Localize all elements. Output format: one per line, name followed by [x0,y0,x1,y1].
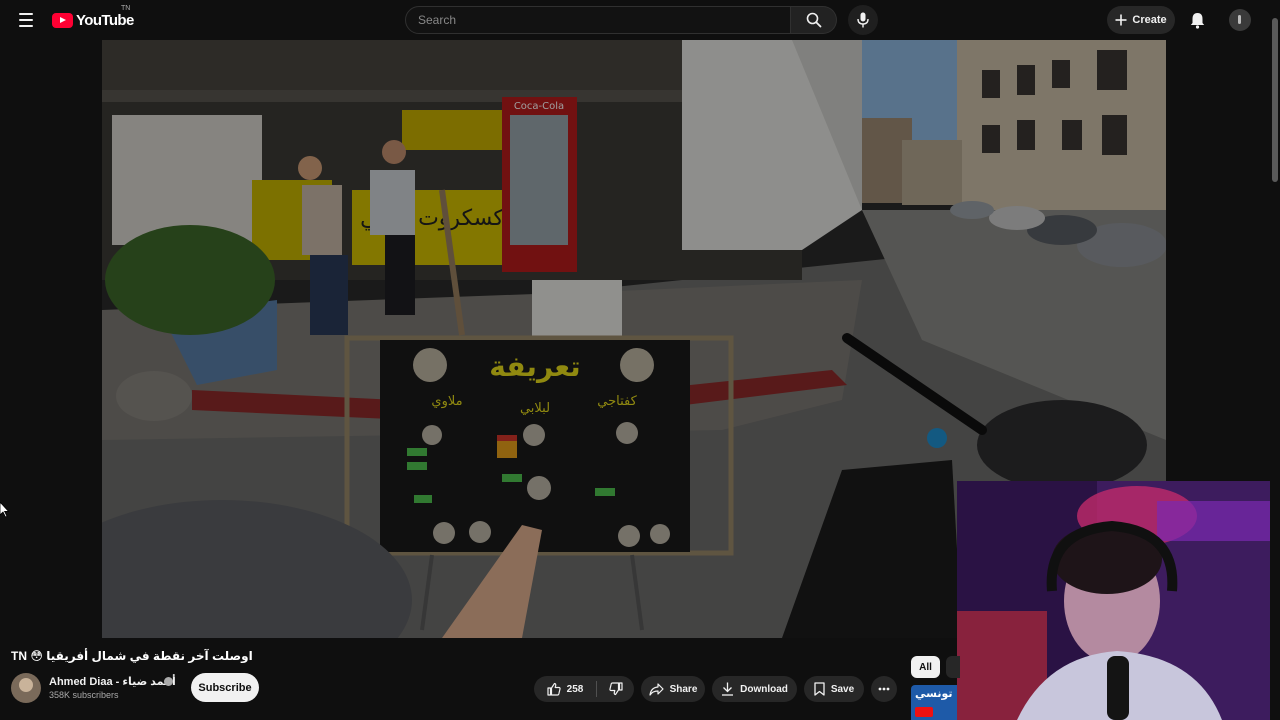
chip-next[interactable] [946,656,960,678]
channel-avatar[interactable] [11,673,41,703]
create-button[interactable]: Create [1107,6,1175,34]
video-title: TN 😳 اوصلت آخر نقطة في شمال أفريقيا [11,649,253,663]
thumbs-down-icon [608,682,623,696]
dislike-button[interactable] [597,676,634,702]
search-box [405,6,791,34]
thumbs-up-icon [547,682,561,696]
search-input[interactable] [406,7,790,33]
page-scrollbar[interactable] [1270,0,1280,720]
mic-icon [857,12,869,28]
webcam-feed [957,481,1280,720]
bell-icon [1190,12,1204,29]
like-count: 258 [566,683,584,695]
masthead: YouTube TN Create [0,0,1280,40]
plus-icon [1115,14,1127,26]
search-button[interactable] [791,6,837,34]
flag-icon [915,707,933,717]
like-dislike-group: 258 [534,676,634,702]
download-label: Download [740,683,788,695]
share-arrow-icon [648,682,664,696]
share-label: Share [669,683,698,695]
scroll-thumb[interactable] [1272,18,1278,182]
logo-region: TN [121,5,131,12]
related-thumb-text: تونسي [915,688,953,700]
create-label: Create [1132,14,1167,26]
voice-search-button[interactable] [848,5,878,35]
mouse-cursor-icon [0,502,10,518]
channel-name[interactable]: Ahmed Diaa - أحمد ضياء [49,675,176,688]
subscriber-count: 358K subscribers [49,690,119,700]
bookmark-icon [814,682,825,696]
notifications-button[interactable] [1184,8,1210,32]
save-label: Save [830,683,855,695]
menu-icon[interactable] [12,8,40,32]
download-icon [722,682,734,696]
subscribe-button[interactable]: Subscribe [191,673,259,702]
youtube-logo[interactable]: YouTube TN [52,5,134,30]
related-video-thumbnail[interactable]: تونسي [911,685,957,720]
search-icon [806,12,821,28]
save-button[interactable]: Save [804,676,864,702]
webcam-overlay [957,481,1280,720]
more-actions-button[interactable] [871,676,897,702]
logo-text: YouTube [76,11,134,29]
account-avatar[interactable] [1229,9,1251,31]
share-button[interactable]: Share [641,676,705,702]
download-button[interactable]: Download [712,676,797,702]
like-button[interactable]: 258 [534,676,596,702]
more-horizontal-icon [878,687,890,691]
chip-all[interactable]: All [911,656,940,678]
verified-icon [164,677,173,686]
youtube-play-icon [52,12,73,28]
